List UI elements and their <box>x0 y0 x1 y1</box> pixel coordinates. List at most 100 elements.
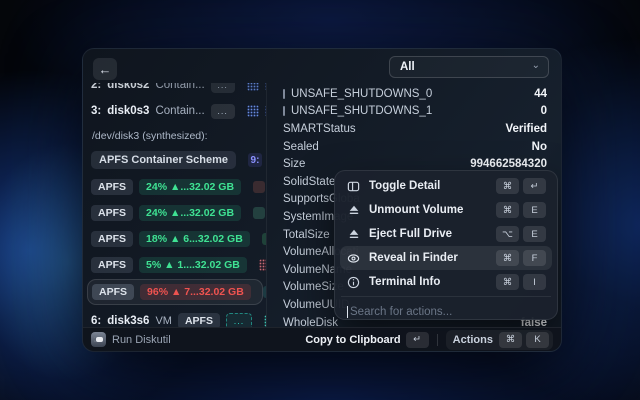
menu-item-toggle-detail[interactable]: Toggle Detail ⌘ ↵ <box>340 174 552 198</box>
detail-row: Sealed No <box>273 138 561 156</box>
footer-app-label: Run Diskutil <box>112 334 171 346</box>
tree-indent-bar <box>283 89 285 99</box>
disk-tag: VM <box>155 315 172 327</box>
detail-value: Verified <box>505 123 547 135</box>
filter-dropdown-value: All <box>400 61 532 73</box>
actions-button[interactable]: Actions ⌘ K <box>446 330 553 350</box>
footer-bar: Run Diskutil Copy to Clipboard ↵ Actions… <box>83 327 561 351</box>
detail-label: UNSAFE_SHUTDOWNS_0 <box>291 88 432 100</box>
detail-value: 0 <box>541 105 547 117</box>
more-chip[interactable]: ... <box>211 83 235 93</box>
disk-index: 2: <box>91 83 101 91</box>
usage-chip: 96% ▲ 7...32.02 GB <box>140 284 251 300</box>
thumbnail-badge <box>253 207 265 219</box>
e-key: E <box>523 202 546 218</box>
search-placeholder: Search for actions... <box>350 306 452 318</box>
text-cursor <box>347 306 348 318</box>
action-search-input[interactable]: Search for actions... <box>340 299 552 325</box>
disk-sidebar: 2: disk0s2 Contain... ... 3: disk0s3 Con… <box>83 83 267 327</box>
header: ← All ⌄ <box>83 49 561 83</box>
sidebar-row-disk0s3[interactable]: 3: disk0s3 Contain... ... <box>91 101 261 121</box>
thumbnail-badge <box>253 181 265 193</box>
menu-item-unmount-volume[interactable]: Unmount Volume ⌘ E <box>340 198 552 222</box>
cmd-key: ⌘ <box>496 202 519 218</box>
thumbnail-badge <box>265 105 267 117</box>
fs-type-chip: APFS <box>178 313 220 327</box>
sidebar-section-label: /dev/disk3 (synthesized): <box>92 130 208 142</box>
detail-value: 44 <box>534 88 547 100</box>
detail-label: Size <box>283 158 305 170</box>
info-icon <box>346 275 361 290</box>
f-key: F <box>523 250 546 266</box>
disk-name: disk0s2 <box>107 83 149 91</box>
tree-indent-bar <box>283 106 285 116</box>
thumbnail-badge <box>259 259 267 271</box>
thumbnail-badge <box>247 105 259 117</box>
more-chip[interactable]: ... <box>211 104 235 119</box>
disk-name: disk3s6 <box>107 315 149 327</box>
usage-chip: 24% ▲...32.02 GB <box>139 179 241 195</box>
sidebar-row-disk3s6[interactable]: 6: disk3s6 VM APFS ... <box>91 311 261 327</box>
thumbnail-badge <box>247 83 259 91</box>
detail-row: UNSAFE_SHUTDOWNS_0 44 <box>273 85 561 103</box>
e-key: E <box>523 226 546 242</box>
detail-label: SolidState <box>283 176 335 188</box>
footer-divider <box>437 334 438 346</box>
filter-dropdown[interactable]: All ⌄ <box>389 56 549 78</box>
cmd-key: ⌘ <box>496 178 519 194</box>
toggle-detail-icon <box>346 179 361 194</box>
back-button[interactable]: ← <box>93 58 117 80</box>
cmd-key: ⌘ <box>499 332 522 348</box>
eject-icon <box>346 203 361 218</box>
copy-to-clipboard-button[interactable]: Copy to Clipboard <box>305 334 400 346</box>
cmd-key: ⌘ <box>496 250 519 266</box>
fs-type-chip: APFS <box>91 205 133 221</box>
sidebar-row-volume-1[interactable]: APFS 24% ▲...32.02 GB <box>91 177 261 197</box>
detail-value: 994662584320 <box>470 158 547 170</box>
menu-item-reveal-in-finder[interactable]: Reveal in Finder ⌘ F <box>340 246 552 270</box>
sidebar-row-disk0s2[interactable]: 2: disk0s2 Contain... ... <box>91 83 261 95</box>
detail-row: UNSAFE_SHUTDOWNS_1 0 <box>273 103 561 121</box>
menu-item-eject-full-drive[interactable]: Eject Full Drive ⌥ E <box>340 222 552 246</box>
sidebar-row-container-scheme[interactable]: APFS Container Scheme 9: <box>91 150 261 170</box>
detail-label: TotalSize <box>283 229 330 241</box>
usage-chip: 24% ▲...32.02 GB <box>139 205 241 221</box>
option-key: ⌥ <box>496 226 519 242</box>
fs-type-chip: APFS <box>91 179 133 195</box>
sidebar-row-volume-5-selected[interactable]: APFS 96% ▲ 7...32.02 GB <box>87 279 263 305</box>
thumbnail-badge <box>263 286 267 298</box>
thumbnail-badge <box>265 83 267 91</box>
detail-label: UNSAFE_SHUTDOWNS_1 <box>291 105 432 117</box>
sidebar-row-volume-3[interactable]: APFS 18% ▲ 6...32.02 GB <box>91 229 261 249</box>
eye-icon <box>346 251 361 266</box>
disk-desc: Contain... <box>155 105 204 117</box>
return-key: ↵ <box>523 178 546 194</box>
fs-type-chip: APFS <box>91 257 133 273</box>
back-arrow-icon: ← <box>99 62 112 77</box>
diskutil-app-icon <box>91 332 106 347</box>
i-key: I <box>523 274 546 290</box>
fs-type-chip: APFS <box>92 284 134 300</box>
cmd-key: ⌘ <box>496 274 519 290</box>
fs-type-chip: APFS <box>91 231 133 247</box>
return-key: ↵ <box>406 332 429 348</box>
scheme-chip: APFS Container Scheme <box>91 151 236 169</box>
partition-count-badge: 9: <box>248 153 262 167</box>
k-key: K <box>526 332 549 348</box>
detail-row: SMARTStatus Verified <box>273 120 561 138</box>
disk-index: 3: <box>91 105 101 117</box>
disk-name: disk0s3 <box>107 105 149 117</box>
menu-item-terminal-info[interactable]: Terminal Info ⌘ I <box>340 270 552 294</box>
disk-index: 6: <box>91 315 101 327</box>
disk-desc: Contain... <box>155 83 204 91</box>
action-menu: Toggle Detail ⌘ ↵ Unmount Volume ⌘ E <box>334 170 558 320</box>
detail-label: Sealed <box>283 141 319 153</box>
detail-label: SMARTStatus <box>283 123 356 135</box>
sidebar-row-volume-4[interactable]: APFS 5% ▲ 1....32.02 GB <box>91 255 261 275</box>
thumbnail-badge <box>264 315 267 327</box>
eject-icon <box>346 227 361 242</box>
usage-chip: 5% ▲ 1....32.02 GB <box>139 257 247 273</box>
more-chip[interactable]: ... <box>226 313 252 328</box>
sidebar-row-volume-2[interactable]: APFS 24% ▲...32.02 GB <box>91 203 261 223</box>
app-window: ← All ⌄ 2: disk0s2 Contain... ... 3: dis… <box>82 48 562 352</box>
